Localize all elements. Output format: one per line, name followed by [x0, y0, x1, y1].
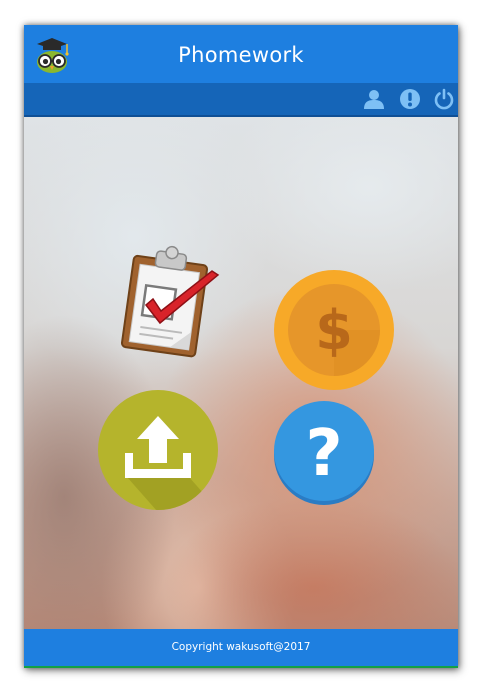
- svg-text:$: $: [315, 299, 353, 362]
- footer-divider: [24, 666, 458, 668]
- app-title: Phomework: [178, 43, 304, 67]
- copyright-text: Copyright wakusoft@2017: [171, 641, 311, 653]
- upload-icon[interactable]: [97, 389, 219, 511]
- top-toolbar: [24, 83, 458, 117]
- clipboard-check-icon[interactable]: [116, 243, 226, 363]
- user-icon[interactable]: [363, 88, 385, 110]
- app-header: Phomework: [24, 25, 458, 83]
- app-window: Phomework $ ? Copyright wakusoft@2017: [24, 25, 458, 668]
- power-icon[interactable]: [433, 88, 455, 110]
- info-icon[interactable]: [399, 88, 421, 110]
- dollar-coin-icon[interactable]: $: [273, 269, 395, 391]
- home-menu: $ ?: [24, 117, 458, 629]
- question-icon[interactable]: ?: [273, 400, 375, 506]
- svg-text:?: ?: [305, 417, 342, 491]
- footer: Copyright wakusoft@2017: [24, 629, 458, 666]
